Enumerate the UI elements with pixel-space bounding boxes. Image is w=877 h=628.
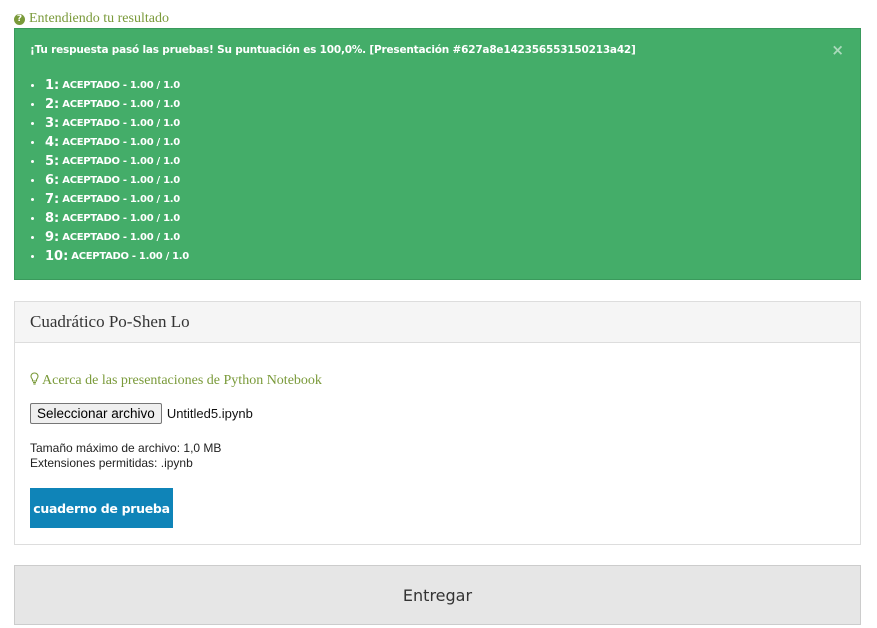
- result-number: 4:: [45, 135, 60, 150]
- bullet-icon: [31, 141, 34, 144]
- result-number: 5:: [45, 154, 60, 169]
- max-file-size: Tamaño máximo de archivo: 1,0 MB: [30, 441, 222, 455]
- result-text: ACEPTADO - 1.00 / 1.0: [62, 118, 180, 129]
- panel-header: Cuadrático Po-Shen Lo: [15, 302, 860, 343]
- result-text: ACEPTADO - 1.00 / 1.0: [62, 137, 180, 148]
- file-input-row: Seleccionar archivo Untitled5.ipynb: [30, 403, 253, 424]
- selected-file-name: Untitled5.ipynb: [166, 406, 253, 421]
- result-item: 7: ACEPTADO - 1.00 / 1.0: [31, 190, 189, 209]
- result-text: ACEPTADO - 1.00 / 1.0: [62, 194, 180, 205]
- result-text: ACEPTADO - 1.00 / 1.0: [62, 156, 180, 167]
- result-number: 1:: [45, 78, 60, 93]
- allowed-extensions: Extensiones permitidas: .ipynb: [30, 456, 193, 470]
- bullet-icon: [31, 103, 34, 106]
- bullet-icon: [31, 236, 34, 239]
- success-alert: ¡Tu respuesta pasó las pruebas! Su puntu…: [14, 28, 861, 280]
- help-link-label: Entendiendo tu resultado: [29, 11, 169, 26]
- result-item: 8: ACEPTADO - 1.00 / 1.0: [31, 209, 189, 228]
- result-item: 9: ACEPTADO - 1.00 / 1.0: [31, 228, 189, 247]
- panel-title: Cuadrático Po-Shen Lo: [30, 312, 190, 331]
- close-icon[interactable]: ×: [831, 43, 844, 58]
- alert-message: ¡Tu respuesta pasó las pruebas! Su puntu…: [30, 44, 636, 56]
- result-item: 5: ACEPTADO - 1.00 / 1.0: [31, 152, 189, 171]
- result-number: 8:: [45, 211, 60, 226]
- bullet-icon: [31, 84, 34, 87]
- result-item: 4: ACEPTADO - 1.00 / 1.0: [31, 133, 189, 152]
- submission-panel: Cuadrático Po-Shen Lo Acerca de las pres…: [14, 301, 861, 545]
- bullet-icon: [31, 160, 34, 163]
- lightbulb-icon: [30, 372, 39, 390]
- result-text: ACEPTADO - 1.00 / 1.0: [71, 251, 189, 262]
- result-item: 3: ACEPTADO - 1.00 / 1.0: [31, 114, 189, 133]
- result-number: 6:: [45, 173, 60, 188]
- notebook-info-link[interactable]: Acerca de las presentaciones de Python N…: [30, 372, 322, 390]
- choose-file-button[interactable]: Seleccionar archivo: [30, 403, 162, 424]
- result-item: 2: ACEPTADO - 1.00 / 1.0: [31, 95, 189, 114]
- result-item: 6: ACEPTADO - 1.00 / 1.0: [31, 171, 189, 190]
- bullet-icon: [31, 179, 34, 182]
- result-number: 10:: [45, 249, 69, 264]
- result-text: ACEPTADO - 1.00 / 1.0: [62, 80, 180, 91]
- file-constraints: Tamaño máximo de archivo: 1,0 MB Extensi…: [30, 441, 221, 471]
- result-item: 1: ACEPTADO - 1.00 / 1.0: [31, 76, 189, 95]
- bullet-icon: [31, 122, 34, 125]
- result-item: 10: ACEPTADO - 1.00 / 1.0: [31, 247, 189, 266]
- result-text: ACEPTADO - 1.00 / 1.0: [62, 99, 180, 110]
- result-number: 7:: [45, 192, 60, 207]
- bullet-icon: [31, 198, 34, 201]
- bullet-icon: [31, 217, 34, 220]
- results-list: 1: ACEPTADO - 1.00 / 1.0 2: ACEPTADO - 1.0…: [31, 76, 189, 266]
- result-number: 2:: [45, 97, 60, 112]
- notebook-info-label: Acerca de las presentaciones de Python N…: [42, 373, 322, 388]
- help-link[interactable]: ? Entendiendo tu resultado: [14, 11, 169, 27]
- question-circle-icon: ?: [14, 13, 25, 25]
- result-text: ACEPTADO - 1.00 / 1.0: [62, 175, 180, 186]
- result-number: 9:: [45, 230, 60, 245]
- bullet-icon: [31, 255, 34, 258]
- result-text: ACEPTADO - 1.00 / 1.0: [62, 232, 180, 243]
- result-text: ACEPTADO - 1.00 / 1.0: [62, 213, 180, 224]
- result-number: 3:: [45, 116, 60, 131]
- test-notebook-button[interactable]: cuaderno de prueba: [30, 488, 173, 528]
- submit-button[interactable]: Entregar: [14, 565, 861, 625]
